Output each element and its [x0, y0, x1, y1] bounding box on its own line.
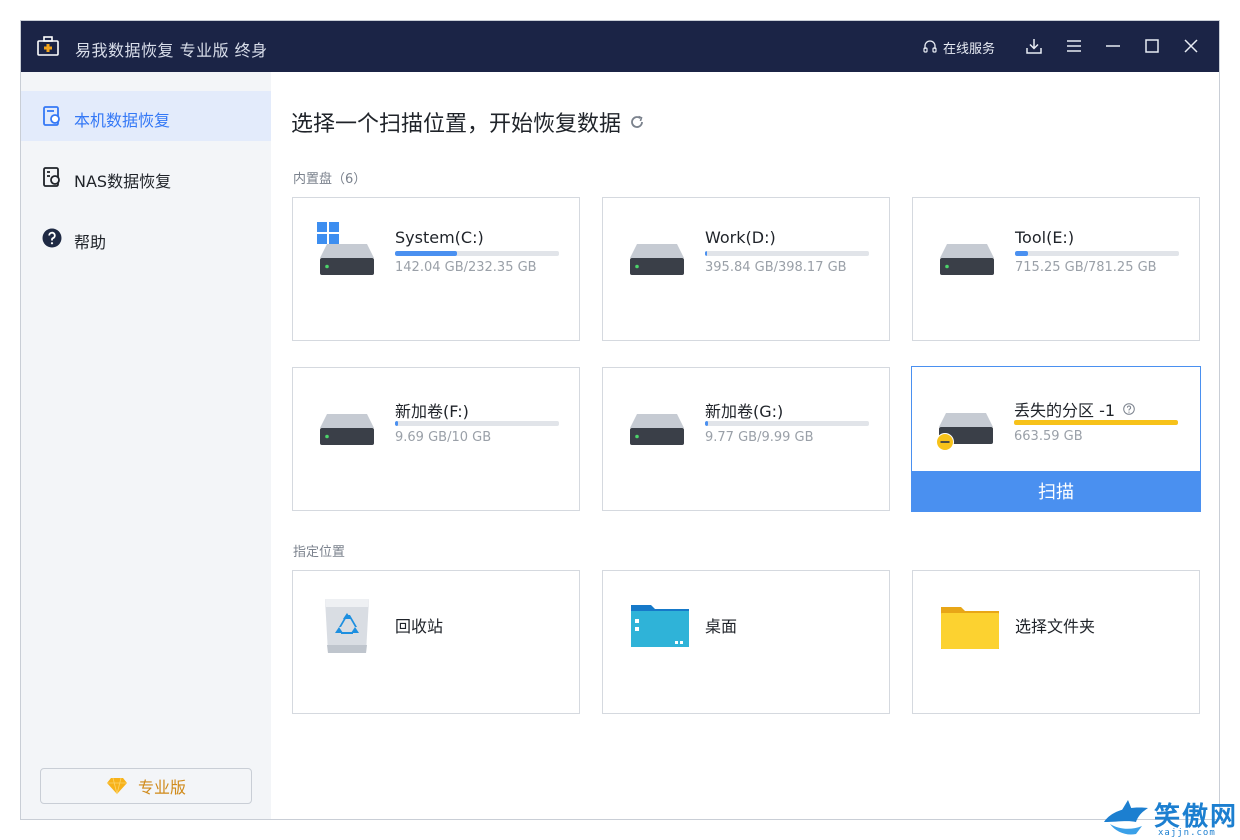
title-bar: 易我数据恢复 专业版 终身 在线服务: [21, 21, 1219, 72]
watermark-logo: 笑傲网 xajjn.com: [1102, 796, 1240, 840]
recycle-bin-icon: [325, 599, 369, 653]
drive-name: 丢失的分区 -1: [1014, 397, 1135, 421]
drive-size: 663.59 GB: [1014, 429, 1083, 444]
location-card-choose-folder[interactable]: 选择文件夹: [912, 570, 1200, 714]
drive-name: Work(D:): [705, 228, 776, 247]
close-icon: [1184, 39, 1198, 53]
app-briefcase-icon: [37, 36, 59, 56]
drive-card-lost-partition[interactable]: 丢失的分区 -1 663.59 GB 扫描: [911, 366, 1201, 512]
minimize-icon: [1106, 45, 1120, 47]
drive-name: Tool(E:): [1015, 228, 1075, 247]
question-mark-icon[interactable]: [1123, 403, 1135, 415]
drive-size: 9.77 GB/9.99 GB: [705, 430, 814, 445]
scan-button[interactable]: 扫描: [912, 471, 1200, 511]
main-panel: 选择一个扫描位置，开始恢复数据 内置盘（6） System(C:) 142.04…: [271, 72, 1219, 819]
drive-usage-bar: [705, 251, 869, 256]
sidebar-item-nas-recovery[interactable]: NAS数据恢复: [21, 152, 271, 202]
drive-name: System(C:): [395, 228, 484, 247]
location-name: 桌面: [705, 617, 738, 636]
minimize-button[interactable]: [1102, 35, 1124, 57]
pro-edition-label: 专业版: [137, 778, 186, 797]
sidebar-item-local-recovery[interactable]: 本机数据恢复: [21, 91, 271, 141]
location-name: 回收站: [395, 617, 444, 636]
location-card-recycle-bin[interactable]: 回收站: [292, 570, 580, 714]
hard-drive-icon: [320, 244, 374, 275]
drive-usage-bar: [1015, 251, 1179, 256]
sidebar-item-label: 帮助: [74, 233, 107, 252]
refresh-icon[interactable]: [629, 114, 645, 130]
shark-logo-icon: [1104, 800, 1148, 835]
close-button[interactable]: [1180, 35, 1202, 57]
drive-size: 9.69 GB/10 GB: [395, 430, 492, 445]
diamond-icon: [106, 777, 127, 795]
headset-icon: [923, 40, 937, 53]
hard-drive-icon: [630, 414, 684, 445]
download-icon: [1026, 39, 1042, 54]
hard-drive-icon: [320, 414, 374, 445]
local-recovery-icon: [43, 106, 60, 126]
hard-drive-icon: [630, 244, 684, 275]
watermark-subtext: xajjn.com: [1158, 828, 1216, 838]
location-name: 选择文件夹: [1015, 617, 1096, 636]
drive-usage-bar: [1014, 420, 1178, 425]
sidebar-item-label: 本机数据恢复: [74, 111, 171, 130]
drive-usage-bar: [705, 421, 869, 426]
drive-name: 新加卷(G:): [705, 402, 784, 421]
sidebar-item-help[interactable]: 帮助: [21, 213, 271, 263]
drive-size: 142.04 GB/232.35 GB: [395, 260, 537, 275]
drive-usage-bar: [395, 251, 559, 256]
page-title: 选择一个扫描位置，开始恢复数据: [291, 106, 645, 138]
drive-card-work-d[interactable]: Work(D:) 395.84 GB/398.17 GB: [602, 197, 890, 341]
online-service-label: 在线服务: [943, 41, 996, 57]
page-title-text: 选择一个扫描位置，开始恢复数据: [291, 112, 622, 137]
drive-card-tool-e[interactable]: Tool(E:) 715.25 GB/781.25 GB: [912, 197, 1200, 341]
lost-partition-badge-icon: [936, 433, 954, 451]
nas-recovery-icon: [43, 167, 60, 187]
menu-button[interactable]: [1063, 35, 1085, 57]
specified-location-label: 指定位置: [293, 545, 346, 560]
drive-card-new-volume-f[interactable]: 新加卷(F:) 9.69 GB/10 GB: [292, 367, 580, 511]
drive-card-system-c[interactable]: System(C:) 142.04 GB/232.35 GB: [292, 197, 580, 341]
windows-logo-icon: [317, 222, 339, 244]
online-service-button[interactable]: 在线服务: [923, 38, 1013, 57]
drive-size: 715.25 GB/781.25 GB: [1015, 260, 1157, 275]
folder-icon: [941, 607, 999, 649]
menu-icon: [1067, 40, 1081, 52]
download-button[interactable]: [1023, 35, 1045, 57]
drive-size: 395.84 GB/398.17 GB: [705, 260, 847, 275]
pro-edition-button[interactable]: 专业版: [40, 768, 252, 804]
app-title: 易我数据恢复 专业版 终身: [75, 41, 268, 60]
location-card-desktop[interactable]: 桌面: [602, 570, 890, 714]
drive-card-new-volume-g[interactable]: 新加卷(G:) 9.77 GB/9.99 GB: [602, 367, 890, 511]
maximize-button[interactable]: [1141, 35, 1163, 57]
internal-drives-label: 内置盘（6）: [293, 172, 367, 187]
drive-name: 新加卷(F:): [395, 402, 469, 421]
sidebar: 本机数据恢复 NAS数据恢复 帮助 专业版: [21, 72, 271, 819]
drive-usage-bar: [395, 421, 559, 426]
help-icon: [42, 228, 62, 248]
desktop-folder-icon: [631, 605, 689, 647]
app-window: 易我数据恢复 专业版 终身 在线服务 本机数据恢复 NAS数据恢复 帮助 专业版…: [20, 20, 1220, 820]
maximize-icon: [1145, 39, 1159, 53]
hard-drive-icon: [940, 244, 994, 275]
sidebar-item-label: NAS数据恢复: [74, 172, 172, 191]
